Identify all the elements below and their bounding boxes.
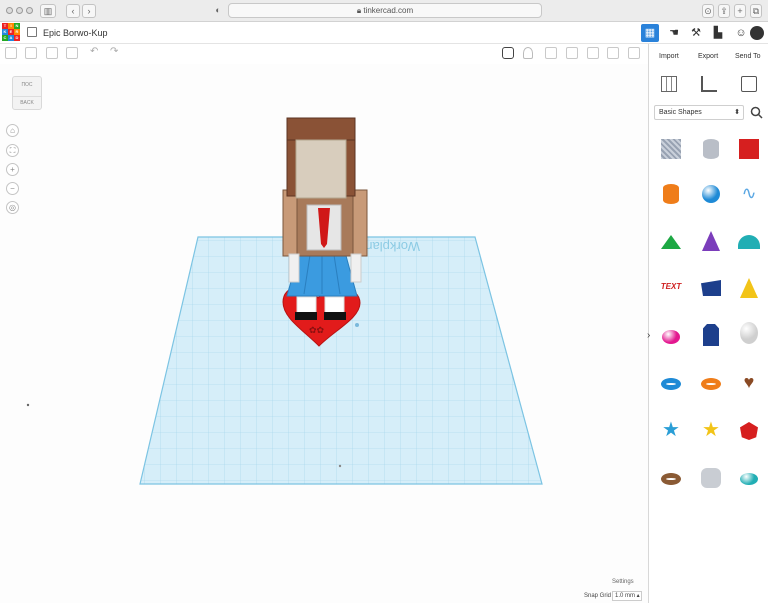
right-hand — [350, 253, 362, 283]
collapse-panel-icon[interactable]: › — [647, 330, 650, 341]
shape-round-roof[interactable] — [736, 228, 762, 254]
tinker-hand-icon[interactable]: ☚ — [665, 24, 683, 42]
zoom-in-icon[interactable]: + — [6, 163, 19, 176]
tinkercad-logo[interactable]: T I N K E R C A D — [2, 23, 20, 41]
shape-cylinder[interactable] — [658, 181, 684, 207]
align-icon[interactable] — [545, 47, 557, 59]
left-hand — [288, 253, 300, 283]
design-title[interactable]: Epic Borwo-Kup — [43, 28, 108, 38]
view-cube[interactable]: ПОС BACK — [12, 76, 42, 110]
add-user-icon[interactable]: ☺ — [732, 24, 750, 42]
redo-icon[interactable]: ↷ — [110, 46, 118, 57]
zoom-out-icon[interactable]: − — [6, 182, 19, 195]
right-shoe — [324, 312, 346, 320]
settings-link[interactable]: Settings — [612, 579, 634, 585]
grid-view-icon[interactable]: ▦ — [641, 24, 659, 42]
view-cube-top-label: ПОС — [21, 82, 33, 88]
shape-sphere[interactable] — [698, 181, 724, 207]
address-bar[interactable]: 🔒︎ tinkercad.com — [228, 3, 542, 18]
flip-icon[interactable] — [628, 47, 640, 59]
avatar[interactable] — [750, 26, 764, 40]
view-mode-bar: ▦ ☚ ⚒ ▙ ☺ — [640, 22, 768, 44]
mirror-icon[interactable] — [607, 47, 619, 59]
workplane-scene[interactable]: Workplane ✿✿ — [0, 64, 648, 603]
ungroup-icon[interactable] — [587, 47, 599, 59]
shape-heart[interactable]: ♥ — [736, 370, 762, 396]
perspective-toggle-icon[interactable]: ◎ — [6, 201, 19, 214]
shape-star[interactable]: ★ — [658, 418, 684, 444]
shape-ellipsoid[interactable] — [736, 465, 762, 491]
export-button[interactable]: Export — [698, 53, 718, 60]
shape-category-value: Basic Shapes — [659, 109, 702, 116]
shape-roof[interactable] — [658, 228, 684, 254]
shape-pyramid[interactable] — [736, 275, 762, 301]
shape-tube[interactable] — [698, 370, 724, 396]
home-view-icon[interactable]: ⌂ — [6, 124, 19, 137]
share-icon[interactable]: ⇪ — [718, 4, 730, 18]
download-icon[interactable]: ⊙ — [702, 4, 714, 18]
shape-paraboloid[interactable] — [736, 322, 762, 348]
new-shape-icon[interactable] — [5, 47, 17, 59]
address-text: tinkercad.com — [363, 6, 414, 15]
delete-icon[interactable] — [66, 47, 78, 59]
tabs-overview-icon[interactable]: ⧉ — [750, 4, 762, 18]
zoom-window-icon[interactable] — [26, 7, 33, 14]
paste-icon[interactable] — [46, 47, 58, 59]
undo-icon[interactable]: ↶ — [90, 46, 98, 57]
snap-grid-label: Snap Grid — [584, 593, 612, 599]
close-window-icon[interactable] — [6, 7, 13, 14]
view-cube-back-label: BACK — [13, 96, 41, 106]
shape-torus[interactable] — [658, 370, 684, 396]
heart-engraving: ✿✿ — [309, 325, 325, 335]
browser-toolbar: ▥ ‹ › ◐ 🔒︎ tinkercad.com ⊙ ⇪ + ⧉ — [0, 0, 768, 22]
chevron-down-icon: ⬍ — [734, 109, 740, 116]
search-icon[interactable] — [750, 106, 763, 119]
shape-cylinder-hole[interactable] — [698, 136, 724, 162]
shape-star-gold[interactable]: ★ — [698, 418, 724, 444]
shape-category-select[interactable]: Basic Shapes ⬍ — [654, 105, 744, 120]
edit-toolbar: ↶ ↷ — [0, 45, 648, 63]
snap-grid-select[interactable]: 1.0 mm ▴ — [612, 591, 642, 601]
import-button[interactable]: Import — [659, 53, 679, 60]
bricks-icon[interactable]: ▙ — [709, 24, 727, 42]
notes-icon[interactable] — [502, 47, 514, 59]
minimize-window-icon[interactable] — [16, 7, 23, 14]
shape-cone[interactable] — [698, 228, 724, 254]
pickaxe-icon[interactable]: ⚒ — [687, 24, 705, 42]
shape-scribble[interactable]: ∿ — [736, 181, 762, 207]
send-to-button[interactable]: Send To — [735, 53, 761, 60]
ruler-icon[interactable] — [701, 76, 717, 92]
shape-box[interactable] — [736, 136, 762, 162]
lock-icon: 🔒︎ — [356, 6, 362, 15]
design-list-icon[interactable] — [27, 27, 37, 37]
shape-half-sphere[interactable] — [658, 322, 684, 348]
workplane-canvas[interactable]: Workplane ✿✿ ПОС BACK ⌂ ⛶ + − ◎ — [0, 64, 648, 603]
shape-text[interactable]: TEXT — [658, 275, 684, 301]
forward-arrow-icon[interactable]: › — [82, 4, 96, 18]
shape-box-hole[interactable] — [658, 136, 684, 162]
back-arrow-icon[interactable]: ‹ — [66, 4, 80, 18]
new-tab-icon[interactable]: + — [734, 4, 746, 18]
privacy-shield-icon[interactable]: ◐ — [212, 4, 224, 18]
notes-panel-icon[interactable] — [741, 76, 757, 92]
logo-letter: D — [14, 35, 20, 41]
shape-icosahedron[interactable] — [736, 418, 762, 444]
light-bulb-icon[interactable] — [523, 47, 533, 59]
group-icon[interactable] — [566, 47, 578, 59]
face — [295, 139, 347, 199]
shape-polygon[interactable] — [698, 322, 724, 348]
shape-ring[interactable] — [658, 465, 684, 491]
sidebar-toggle-icon[interactable]: ▥ — [40, 4, 56, 18]
fit-view-icon[interactable]: ⛶ — [6, 144, 19, 157]
copy-icon[interactable] — [25, 47, 37, 59]
shape-wedge[interactable] — [698, 275, 724, 301]
workplane-tool-icon[interactable] — [661, 76, 677, 92]
left-shoe — [295, 312, 317, 320]
shape-rounded-box[interactable] — [698, 465, 724, 491]
